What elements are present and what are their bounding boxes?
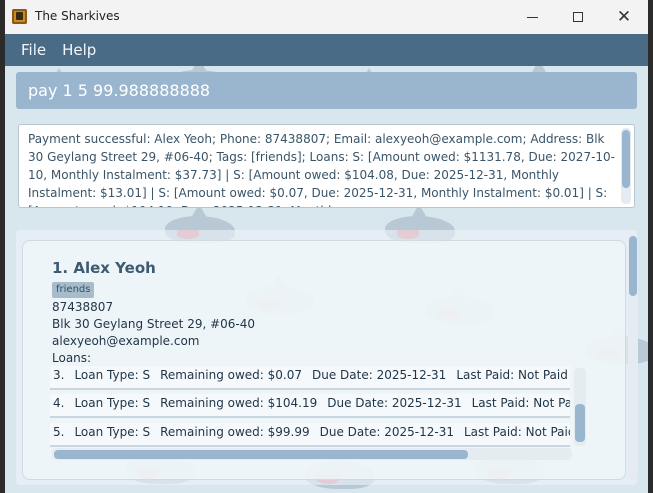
loan-list-vertical-scrollbar-thumb[interactable]: [575, 404, 585, 442]
loan-row[interactable]: 5. Loan Type: S Remaining owed: $99.99 Due …: [50, 423, 570, 447]
loan-due-date: Due Date: 2025-12-31: [327, 396, 462, 410]
loan-remaining: Remaining owed: $0.07: [160, 368, 302, 382]
command-input-text: pay 1 5 99.988888888: [28, 81, 211, 100]
loan-index: 4.: [53, 396, 65, 410]
loan-row[interactable]: 4. Loan Type: S Remaining owed: $104.19 Due…: [50, 394, 570, 418]
menu-help[interactable]: Help: [54, 41, 104, 59]
loans-label: Loans:: [52, 351, 92, 365]
minimize-button[interactable]: [509, 0, 555, 34]
loan-type: Loan Type: S: [74, 425, 151, 439]
menu-file[interactable]: File: [13, 41, 54, 59]
loan-last-paid: Last Paid: Not Paid Yet: [456, 368, 570, 382]
loan-type: Loan Type: S: [74, 368, 151, 382]
result-message: Payment successful: Alex Yeoh; Phone: 87…: [28, 132, 616, 207]
person-list-scrollbar-thumb[interactable]: [629, 236, 637, 296]
maximize-icon: [573, 12, 583, 22]
person-email: alexyeoh@example.com: [52, 334, 200, 348]
menu-bar: File Help: [5, 34, 648, 66]
loan-last-paid: Last Paid: Not Paid Yet: [463, 425, 570, 439]
title-bar: The Sharkives ✕: [5, 0, 648, 34]
loan-list-horizontal-scrollbar-thumb[interactable]: [54, 450, 468, 459]
close-icon: ✕: [616, 6, 632, 27]
loan-type: Loan Type: S: [74, 396, 151, 410]
minimize-icon: [526, 16, 538, 18]
loan-due-date: Due Date: 2025-12-31: [312, 368, 447, 382]
command-input[interactable]: pay 1 5 99.988888888: [16, 72, 637, 109]
app-window: The Sharkives ✕ File Help pay 1 5 99.988…: [5, 0, 648, 493]
person-phone: 87438807: [52, 300, 114, 314]
maximize-button[interactable]: [555, 0, 601, 34]
loan-remaining: Remaining owed: $104.19: [160, 396, 318, 410]
loan-index: 3.: [53, 368, 65, 382]
tag-badge: friends: [52, 282, 95, 298]
loan-index: 5.: [53, 425, 65, 439]
person-name: 1. Alex Yeoh: [52, 259, 156, 277]
person-address: Blk 30 Geylang Street 29, #06-40: [52, 317, 256, 331]
result-display[interactable]: Payment successful: Alex Yeoh; Phone: 87…: [18, 124, 635, 208]
loan-remaining: Remaining owed: $99.99: [160, 425, 310, 439]
loan-due-date: Due Date: 2025-12-31: [319, 425, 454, 439]
window-title: The Sharkives: [35, 9, 120, 23]
app-logo-icon: [12, 9, 27, 24]
loan-row[interactable]: 3. Loan Type: S Remaining owed: $0.07 Due D…: [50, 366, 570, 390]
loan-last-paid: Last Paid: Not Paid Yet: [471, 396, 570, 410]
close-button[interactable]: ✕: [601, 0, 647, 34]
result-scrollbar-thumb[interactable]: [622, 130, 630, 188]
